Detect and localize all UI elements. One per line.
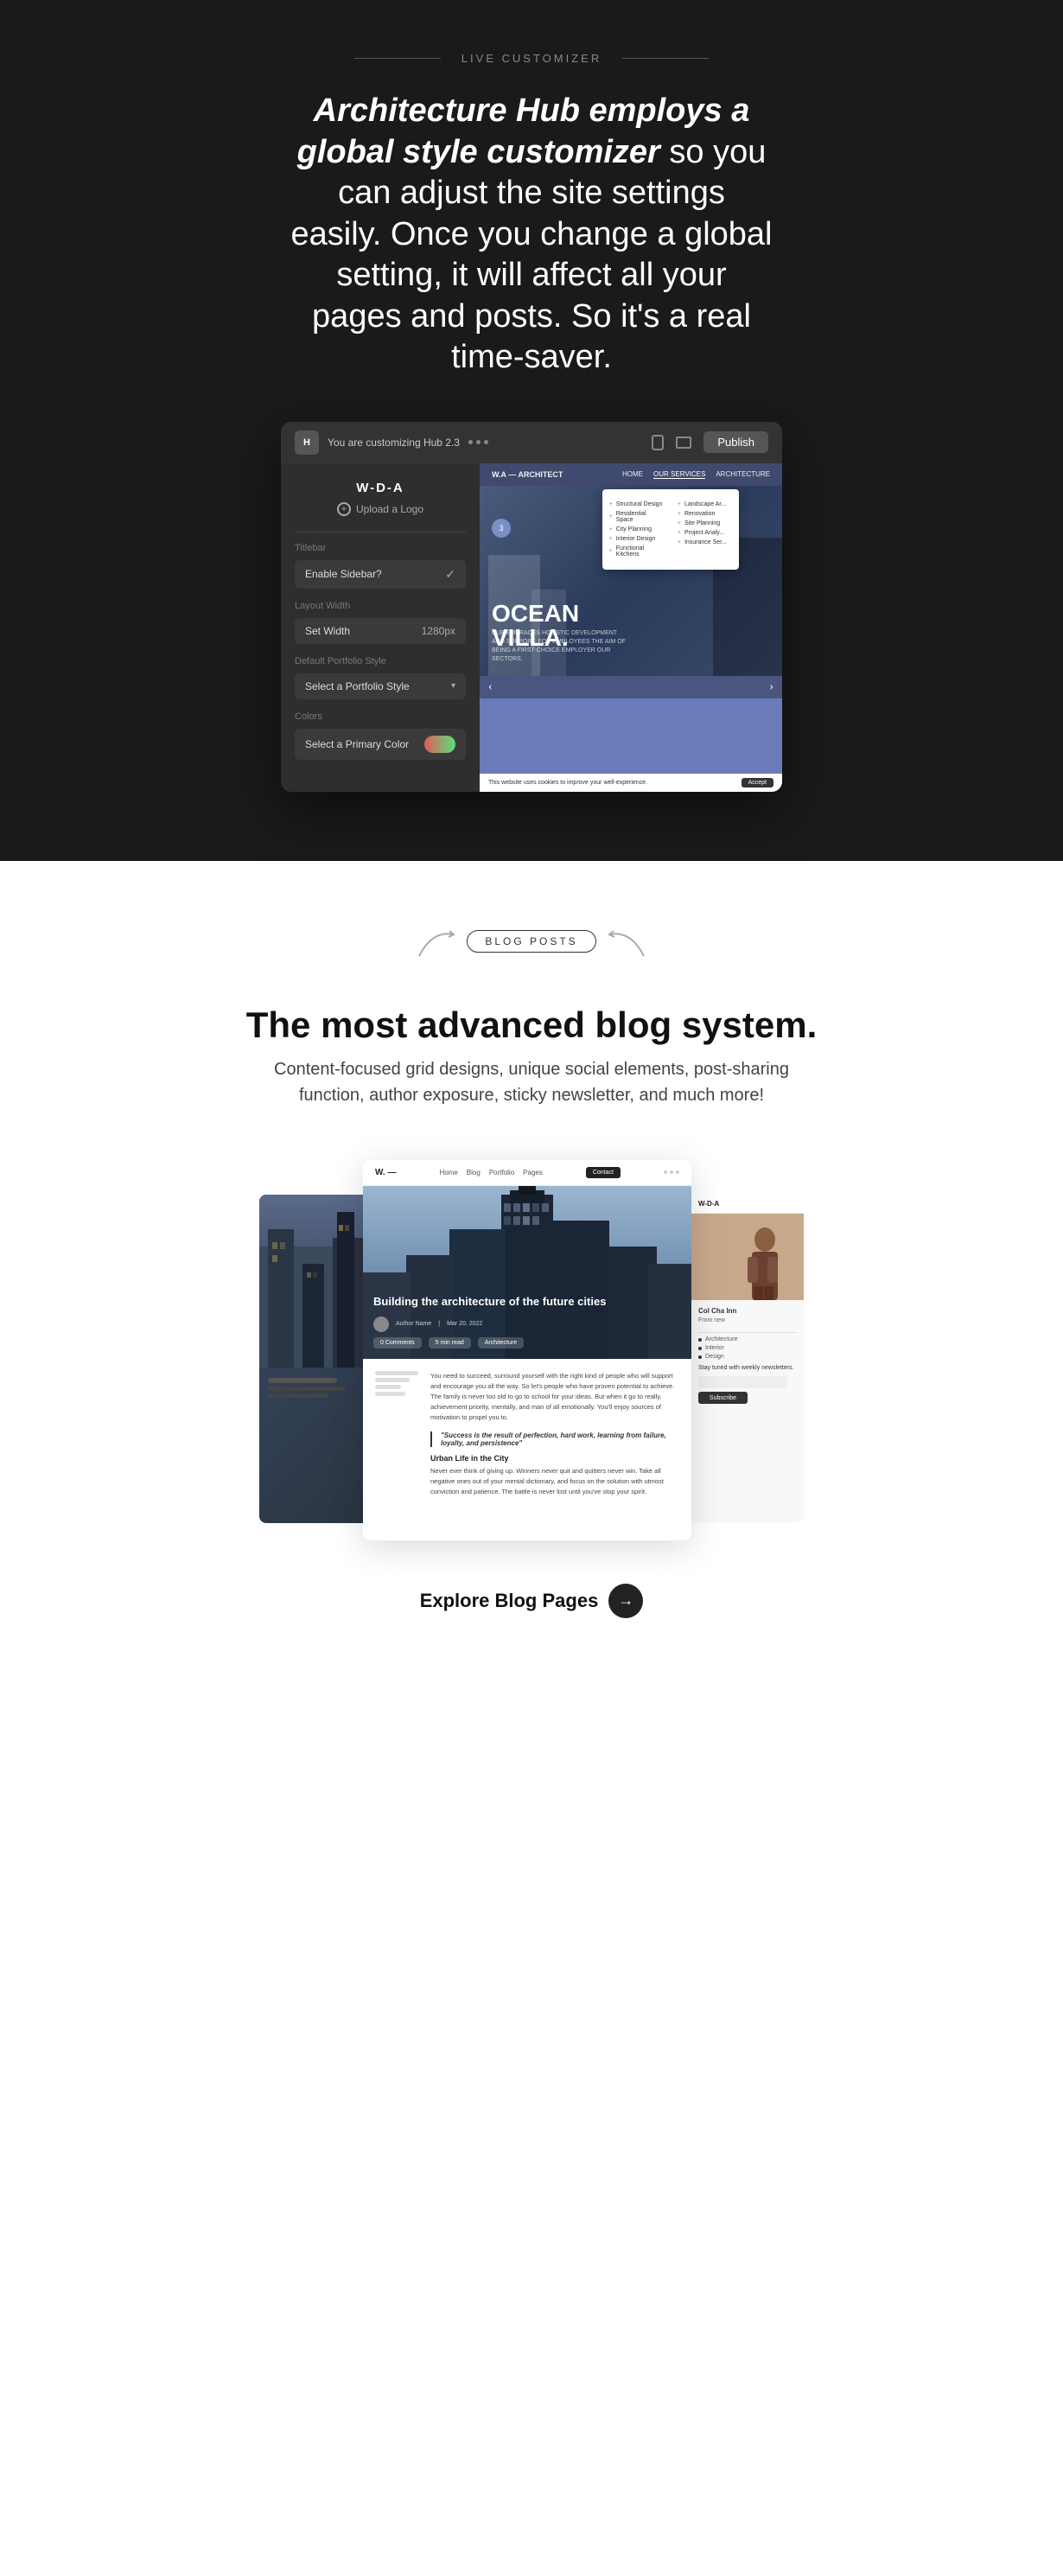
blog-quote: "Success is the result of perfection, ha… — [430, 1431, 679, 1447]
hub-logo-icon: H — [295, 430, 319, 455]
newsletter-submit-mock: Subscribe — [698, 1392, 748, 1404]
blog-left-text — [259, 1368, 363, 1411]
swirl-right-icon — [415, 926, 458, 960]
blog-nav-dots — [664, 1170, 679, 1174]
blog-hero-text: Building the architecture of the future … — [363, 1285, 616, 1359]
blog-headline: The most advanced blog system. — [246, 1004, 818, 1046]
blog-right-nav-logo: W-D-A — [691, 1195, 804, 1214]
preview-nav-links: HOME OUR SERVICES ARCHITECTURE — [622, 470, 770, 479]
blog-posts-section: BLOG POSTS The most advanced blog system… — [0, 861, 1063, 1687]
blog-mockup-area: W. — Home Blog Portfolio Pages Contact — [35, 1160, 1028, 1540]
blog-right-person-svg — [691, 1214, 804, 1300]
blog-right-content: Col Cha Inn From new Architecture Interi… — [691, 1300, 804, 1412]
blog-center-content: You need to succeed, surround yourself w… — [363, 1359, 691, 1518]
blog-nav-contact-btn[interactable]: Contact — [586, 1167, 621, 1178]
preview-nav: W.A — ARCHITECT HOME OUR SERVICES ARCHIT… — [480, 463, 782, 486]
sidebar-logo-area: W-D-A + Upload a Logo — [295, 481, 466, 516]
colors-label: Colors — [295, 711, 466, 722]
explore-btn-row: Explore Blog Pages → — [420, 1584, 644, 1618]
blog-content-layout: You need to succeed, surround yourself w… — [375, 1371, 679, 1506]
blog-right-newsletter: Stay tuned with weekly newsletters. — [698, 1365, 797, 1371]
preview-nav-arrows: ‹ › — [480, 676, 782, 698]
cookie-accept-button[interactable]: Accept — [742, 778, 773, 787]
mockup-window: H You are customizing Hub 2.3 Publish — [281, 422, 782, 792]
blog-posts-section-wrapper: BLOG POSTS The most advanced blog system… — [0, 861, 1063, 1687]
blog-right-title: Col Cha Inn — [698, 1307, 797, 1315]
sidebar-logo-name: W-D-A — [295, 481, 466, 495]
topbar-icons: Publish — [652, 431, 768, 453]
preview-badge: 3 — [492, 519, 511, 538]
newsletter-input-mock — [698, 1376, 787, 1388]
primary-color-field[interactable]: Select a Primary Color — [295, 729, 466, 760]
preview-subtext: HUB EMBRACES HOLISTIC DEVELOPMENT AND SU… — [492, 629, 630, 663]
blog-right-preview: W-D-A Col Cha Inn — [691, 1195, 804, 1523]
desktop-icon[interactable] — [676, 437, 691, 449]
explore-blog-pages-label: Explore Blog Pages — [420, 1590, 599, 1612]
blog-toc — [375, 1371, 418, 1506]
mockup-body: W-D-A + Upload a Logo Titlebar Enable Si… — [281, 463, 782, 792]
explore-arrow-button[interactable]: → — [608, 1584, 643, 1618]
blog-hero-author-row: Author Name | Mar 20, 2022 — [373, 1317, 606, 1332]
blog-nav-links: Home Blog Portfolio Pages — [439, 1169, 542, 1176]
dot-1 — [468, 440, 473, 444]
preview-pane: W.A — ARCHITECT HOME OUR SERVICES ARCHIT… — [480, 463, 782, 792]
customizer-headline: Architecture Hub employs a global style … — [290, 91, 773, 379]
left-building-svg — [259, 1195, 363, 1368]
blog-hero-stats: 0 Comments 5 min read Architecture — [373, 1337, 606, 1349]
blog-subtext: Content-focused grid designs, unique soc… — [272, 1056, 791, 1108]
topbar-dots — [468, 440, 488, 444]
preview-cookie-bar: This website uses cookies to improve you… — [480, 774, 782, 792]
portfolio-style-label: Default Portfolio Style — [295, 656, 466, 666]
chevron-down-icon: ▾ — [451, 681, 455, 691]
upload-logo-button[interactable]: + Upload a Logo — [295, 502, 466, 516]
swirl-left-icon — [605, 926, 648, 960]
blog-left-preview — [259, 1195, 363, 1523]
customizer-sidebar: W-D-A + Upload a Logo Titlebar Enable Si… — [281, 463, 480, 792]
topbar-left: H You are customizing Hub 2.3 — [295, 430, 488, 455]
publish-button[interactable]: Publish — [703, 431, 768, 453]
blog-left-building-img — [259, 1195, 363, 1368]
section-label: LIVE CUSTOMIZER — [354, 52, 710, 65]
blog-posts-label: BLOG POSTS — [467, 930, 595, 953]
blog-main-text: You need to succeed, surround yourself w… — [430, 1371, 679, 1506]
blog-center-hero: Building the architecture of the future … — [363, 1186, 691, 1359]
blog-label-row: BLOG POSTS — [467, 930, 595, 979]
checkmark-icon: ✓ — [445, 567, 455, 582]
next-arrow-icon[interactable]: › — [769, 680, 773, 694]
blog-right-lines: Architecture Interior Design — [698, 1332, 797, 1360]
dot-3 — [484, 440, 488, 444]
blog-hero-avatar — [373, 1317, 389, 1332]
text-line — [268, 1378, 337, 1383]
plus-icon: + — [337, 502, 351, 516]
blog-center-nav: W. — Home Blog Portfolio Pages Contact — [363, 1160, 691, 1186]
prev-arrow-icon[interactable]: ‹ — [488, 680, 493, 694]
text-line — [268, 1393, 328, 1398]
menu-col-2: Landscape Ar... Renovation Site Planning… — [671, 496, 739, 551]
portfolio-style-dropdown[interactable]: Select a Portfolio Style ▾ — [295, 673, 466, 699]
dot-2 — [476, 440, 481, 444]
customizer-mockup: H You are customizing Hub 2.3 Publish — [35, 422, 1028, 792]
set-width-field[interactable]: Set Width 1280px — [295, 618, 466, 644]
layout-width-label: Layout Width — [295, 601, 466, 611]
menu-columns: Structural Design Residential Space City… — [602, 496, 739, 563]
live-customizer-section: LIVE CUSTOMIZER Architecture Hub employs… — [0, 0, 1063, 861]
color-swatch — [424, 736, 455, 753]
blog-subheading: Urban Life in the City — [430, 1454, 679, 1463]
preview-dropdown-menu: Structural Design Residential Space City… — [602, 489, 739, 570]
menu-col-1: Structural Design Residential Space City… — [602, 496, 671, 563]
enable-sidebar-field[interactable]: Enable Sidebar? ✓ — [295, 560, 466, 589]
blog-right-hero-img — [691, 1214, 804, 1300]
titlebar-label: Titlebar — [295, 543, 466, 553]
mobile-icon[interactable] — [652, 435, 664, 450]
blog-center-preview: W. — Home Blog Portfolio Pages Contact — [363, 1160, 691, 1540]
text-line — [268, 1387, 346, 1391]
mockup-topbar: H You are customizing Hub 2.3 Publish — [281, 422, 782, 463]
